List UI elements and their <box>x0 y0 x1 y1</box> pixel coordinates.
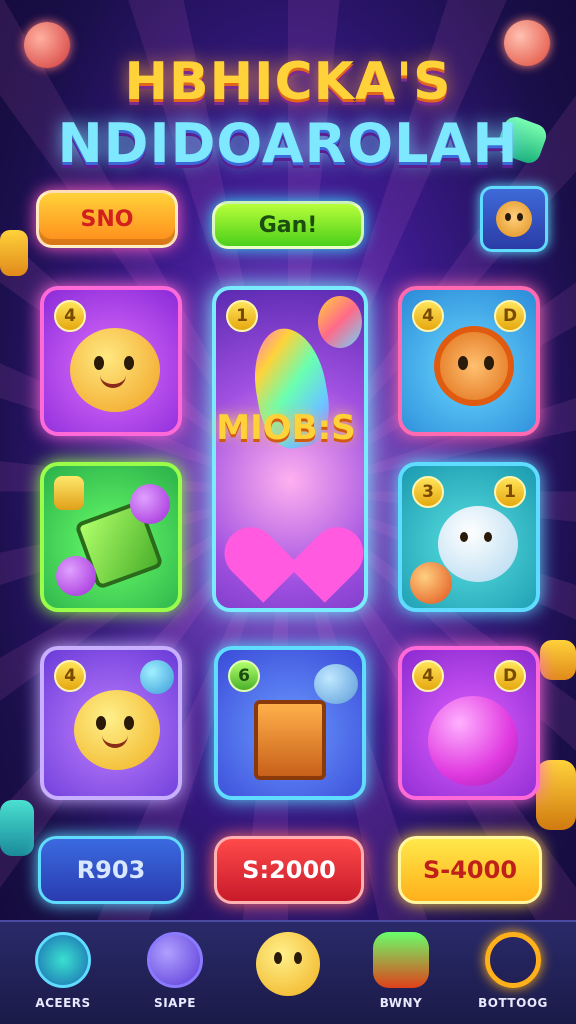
purple-orb-icon <box>56 556 96 596</box>
heart-icon <box>216 496 364 603</box>
game-title-line-1: HBHICKA'S <box>124 52 452 112</box>
planet-icon <box>147 932 203 988</box>
treasure-box-icon <box>254 700 326 780</box>
lion-creature-icon <box>434 326 514 406</box>
blue-creature-icon <box>314 664 358 704</box>
price-button-1[interactable]: R903 <box>38 836 184 904</box>
floating-gem-decoration <box>536 760 576 830</box>
blue-orb-icon <box>140 660 174 694</box>
price-button-2[interactable]: S:2000 <box>214 836 364 904</box>
tile-badge-secondary: 1 <box>494 476 526 508</box>
purple-orb-icon <box>130 484 170 524</box>
profile-avatar-button[interactable] <box>480 186 548 252</box>
nav-label: BWNY <box>379 996 423 1010</box>
nav-item-siape[interactable]: SIAPE <box>120 932 230 1010</box>
grid-tile[interactable] <box>40 462 182 612</box>
building-icon <box>35 932 91 988</box>
nav-label: ACEERS <box>35 996 91 1010</box>
smiley-icon <box>256 932 320 996</box>
sno-button[interactable]: SNO <box>36 190 178 248</box>
grid-tile[interactable]: 4 <box>40 286 182 436</box>
nav-item-aceers[interactable]: ACEERS <box>8 932 118 1010</box>
tile-badge: 4 <box>54 660 86 692</box>
floating-gem-decoration <box>0 800 34 856</box>
grid-tile[interactable]: 3 1 <box>398 462 540 612</box>
gain-button[interactable]: Gan! <box>212 201 364 249</box>
tile-badge: 4 <box>54 300 86 332</box>
grid-tile[interactable]: 6 <box>214 646 366 800</box>
game-title-line-2: NDIDOAROLAH <box>57 112 519 175</box>
balloon-icon <box>318 296 362 348</box>
tile-badge: 6 <box>228 660 260 692</box>
nav-item-home[interactable] <box>233 932 343 1004</box>
smiley-creature-icon <box>70 328 160 412</box>
nav-item-bwny[interactable]: BWNY <box>346 932 456 1010</box>
grid-tile[interactable]: 4 D <box>398 646 540 800</box>
fox-avatar-icon <box>496 201 532 237</box>
tile-badge: 4 <box>412 660 444 692</box>
bottom-nav-bar: ACEERS SIAPE BWNY BOTTOOG <box>0 920 576 1024</box>
candy-orb-icon <box>410 562 452 604</box>
ring-icon <box>485 932 541 988</box>
smiley-creature-icon <box>74 690 160 770</box>
floating-gem-decoration <box>0 230 28 276</box>
grid-tile[interactable]: 4 D <box>398 286 540 436</box>
ghost-creature-icon <box>438 506 518 582</box>
nav-label: BOTTOOG <box>478 996 548 1010</box>
grid-tile[interactable]: 4 <box>40 646 182 800</box>
tile-badge-secondary: D <box>494 660 526 692</box>
tile-badge: 1 <box>226 300 258 332</box>
price-button-3[interactable]: S-4000 <box>398 836 542 904</box>
tile-badge-secondary: D <box>494 300 526 332</box>
featured-label: MIOB:S <box>216 408 356 448</box>
pink-orb-icon <box>428 696 518 786</box>
tile-badge: 4 <box>412 300 444 332</box>
lime-gem-icon <box>54 476 84 510</box>
featured-tile[interactable]: 1 <box>212 286 368 612</box>
nav-item-bottoog[interactable]: BOTTOOG <box>458 932 568 1010</box>
nav-label: SIAPE <box>154 996 196 1010</box>
veggie-icon <box>373 932 429 988</box>
tile-badge: 3 <box>412 476 444 508</box>
floating-gem-decoration <box>540 640 576 680</box>
